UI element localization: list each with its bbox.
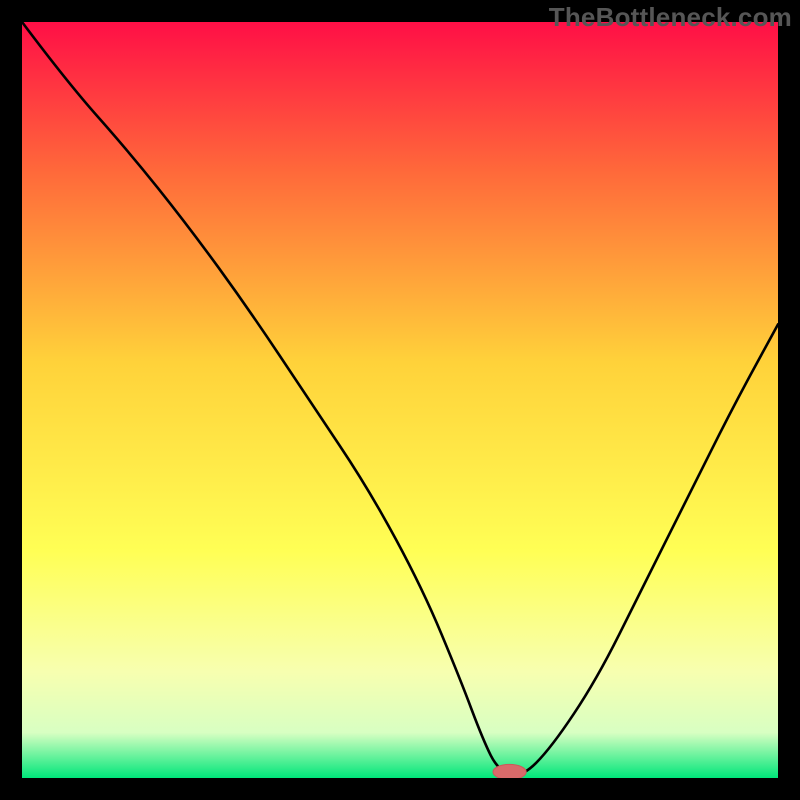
chart-frame: TheBottleneck.com xyxy=(0,0,800,800)
plot-svg xyxy=(22,22,778,778)
watermark-label: TheBottleneck.com xyxy=(549,2,792,33)
plot-area xyxy=(22,22,778,778)
gradient-background xyxy=(22,22,778,778)
optimum-marker xyxy=(493,764,526,778)
